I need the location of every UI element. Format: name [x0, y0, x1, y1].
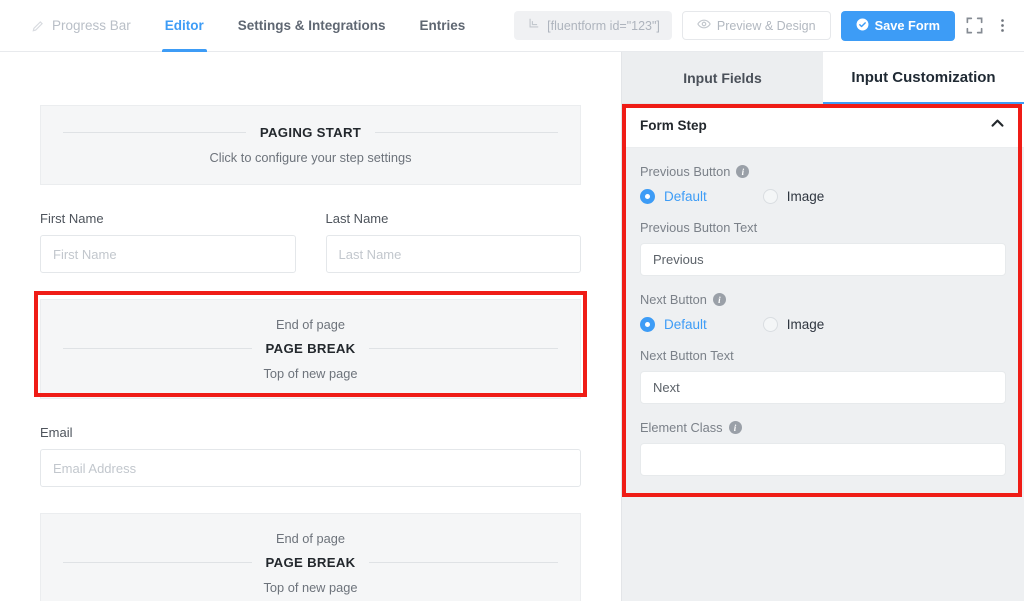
form-fields-container: PAGING START Click to configure your ste… [40, 105, 581, 601]
previous-button-text-label-text: Previous Button Text [640, 220, 757, 235]
form-step-panel-title: Form Step [640, 118, 707, 133]
check-circle-icon [856, 18, 869, 34]
editor-tab-bar: Progress Bar Editor Settings & Integrati… [0, 0, 482, 52]
save-form-label: Save Form [875, 18, 940, 33]
next-button-label-text: Next Button [640, 292, 707, 307]
page-break-2-title-row: PAGE BREAK [63, 555, 558, 570]
copy-shortcode-icon [526, 17, 540, 34]
settings-sidebar: Input Fields Input Customization Form St… [621, 52, 1024, 601]
tab-entries[interactable]: Entries [403, 0, 483, 52]
previous-button-text-input[interactable]: Previous [640, 243, 1006, 276]
page-break-2-title: PAGE BREAK [266, 555, 356, 570]
next-button-radio-default[interactable]: Default [640, 317, 707, 332]
page-break-1-bottom-text: Top of new page [63, 366, 558, 381]
form-step-panel-header[interactable]: Form Step [622, 104, 1024, 148]
next-button-text-label: Next Button Text [640, 348, 1006, 363]
paging-start-title: PAGING START [260, 125, 361, 140]
page-break-block-2[interactable]: End of page PAGE BREAK Top of new page [40, 513, 581, 601]
page-break-2-bottom-text: Top of new page [63, 580, 558, 595]
previous-button-radio-image[interactable]: Image [763, 189, 825, 204]
email-input[interactable]: Email Address [40, 449, 581, 487]
tab-editor-label: Editor [165, 18, 204, 33]
tab-input-customization-label: Input Customization [851, 69, 995, 86]
first-name-label: First Name [40, 211, 296, 226]
kebab-menu-icon[interactable] [994, 17, 1011, 34]
previous-default-label: Default [664, 189, 707, 204]
tab-entries-label: Entries [420, 18, 466, 33]
paging-start-title-row: PAGING START [63, 125, 558, 140]
next-default-label: Default [664, 317, 707, 332]
paging-start-block[interactable]: PAGING START Click to configure your ste… [40, 105, 581, 185]
page-break-block-1[interactable]: End of page PAGE BREAK Top of new page [40, 299, 581, 399]
previous-image-label: Image [787, 189, 825, 204]
first-name-input[interactable]: First Name [40, 235, 296, 273]
tab-progress-bar[interactable]: Progress Bar [14, 0, 148, 52]
tab-settings-integrations-label: Settings & Integrations [238, 18, 386, 33]
tab-input-customization[interactable]: Input Customization [823, 52, 1024, 104]
tab-editor[interactable]: Editor [148, 0, 221, 52]
info-icon-previous-button[interactable]: i [736, 165, 749, 178]
previous-button-text-label: Previous Button Text [640, 220, 1006, 235]
next-button-radio-image[interactable]: Image [763, 317, 825, 332]
tab-settings-integrations[interactable]: Settings & Integrations [221, 0, 403, 52]
element-class-input[interactable] [640, 443, 1006, 476]
next-button-text-label-text: Next Button Text [640, 348, 734, 363]
form-builder-app: Progress Bar Editor Settings & Integrati… [0, 0, 1024, 601]
preview-design-button[interactable]: Preview & Design [682, 11, 831, 40]
page-break-2-top-text: End of page [63, 531, 558, 546]
first-name-field[interactable]: First Name First Name [40, 211, 296, 273]
previous-button-label-text: Previous Button [640, 164, 730, 179]
email-field[interactable]: Email Email Address [40, 425, 581, 487]
paging-start-subtitle: Click to configure your step settings [63, 150, 558, 165]
tab-input-fields[interactable]: Input Fields [622, 52, 823, 104]
info-icon-next-button[interactable]: i [713, 293, 726, 306]
tab-progress-bar-label: Progress Bar [52, 18, 131, 33]
preview-design-label: Preview & Design [717, 19, 816, 33]
radio-default-next-icon [640, 317, 655, 332]
radio-default-previous-icon [640, 189, 655, 204]
element-class-label: Element Class i [640, 420, 1006, 435]
chevron-up-icon[interactable] [989, 115, 1006, 137]
tab-input-fields-label: Input Fields [683, 70, 762, 86]
info-icon-element-class[interactable]: i [729, 421, 742, 434]
page-break-1-top-text: End of page [63, 317, 558, 332]
next-button-section-label: Next Button i [640, 292, 1006, 307]
page-break-1-title: PAGE BREAK [266, 341, 356, 356]
shortcode-text: [fluentform id="123"] [547, 19, 660, 33]
radio-image-previous-icon [763, 189, 778, 204]
fullscreen-icon[interactable] [965, 16, 984, 35]
save-form-button[interactable]: Save Form [841, 11, 955, 41]
next-button-radio-group: Default Image [640, 317, 1006, 332]
last-name-field[interactable]: Last Name Last Name [326, 211, 582, 273]
next-button-text-input[interactable]: Next [640, 371, 1006, 404]
previous-button-radio-default[interactable]: Default [640, 189, 707, 204]
top-toolbar: Progress Bar Editor Settings & Integrati… [0, 0, 1024, 52]
last-name-label: Last Name [326, 211, 582, 226]
email-label: Email [40, 425, 581, 440]
toolbar-actions: [fluentform id="123"] Preview & Design [514, 0, 1024, 52]
form-step-panel-body: Previous Button i Default Image Previous… [622, 148, 1024, 510]
form-editor-canvas: PAGING START Click to configure your ste… [0, 52, 621, 601]
pencil-icon [31, 19, 45, 33]
eye-icon [697, 17, 711, 34]
last-name-input[interactable]: Last Name [326, 235, 582, 273]
next-image-label: Image [787, 317, 825, 332]
sidebar-tab-bar: Input Fields Input Customization [622, 52, 1024, 104]
shortcode-field[interactable]: [fluentform id="123"] [514, 11, 672, 40]
page-break-1-title-row: PAGE BREAK [63, 341, 558, 356]
name-field-row: First Name First Name Last Name Last Nam… [40, 211, 581, 273]
previous-button-section-label: Previous Button i [640, 164, 1006, 179]
element-class-label-text: Element Class [640, 420, 723, 435]
previous-button-radio-group: Default Image [640, 189, 1006, 204]
radio-image-next-icon [763, 317, 778, 332]
